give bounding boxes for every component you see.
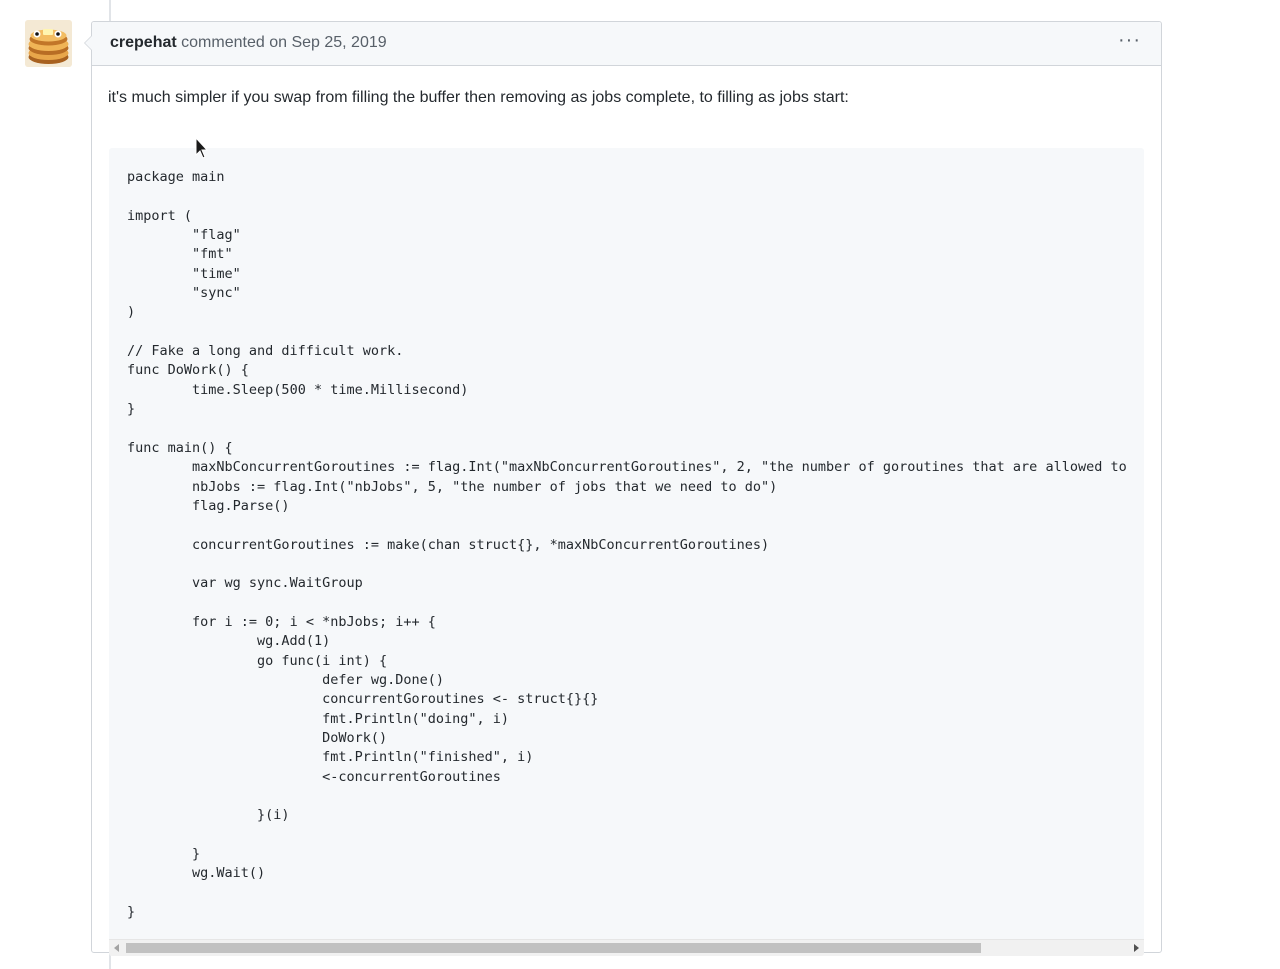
author-link[interactable]: crepehat (110, 34, 177, 51)
avatar[interactable] (25, 20, 72, 67)
mouse-cursor-icon (195, 137, 209, 159)
scrollbar-thumb[interactable] (126, 943, 981, 953)
comment-card: crepehat commented on Sep 25, 2019 ··· i… (84, 21, 1162, 956)
more-options-icon[interactable]: ··· (1118, 30, 1141, 50)
horizontal-scrollbar[interactable] (109, 939, 1144, 956)
scroll-right-arrow-icon[interactable] (1134, 944, 1139, 952)
comment-action: commented on (181, 34, 287, 51)
code-content: package main import ( "flag" "fmt" "time… (127, 169, 1127, 921)
comment-meta: crepehat commented on Sep 25, 2019 (110, 34, 387, 52)
pancake-avatar-icon (25, 20, 72, 67)
comment-header: crepehat commented on Sep 25, 2019 ··· (84, 22, 1161, 66)
comment-date[interactable]: Sep 25, 2019 (291, 34, 386, 51)
scroll-left-arrow-icon[interactable] (114, 944, 119, 952)
comment-body: it's much simpler if you swap from filli… (92, 87, 1161, 956)
code-block[interactable]: package main import ( "flag" "fmt" "time… (109, 148, 1144, 956)
comment-intro-text: it's much simpler if you swap from filli… (108, 89, 849, 106)
